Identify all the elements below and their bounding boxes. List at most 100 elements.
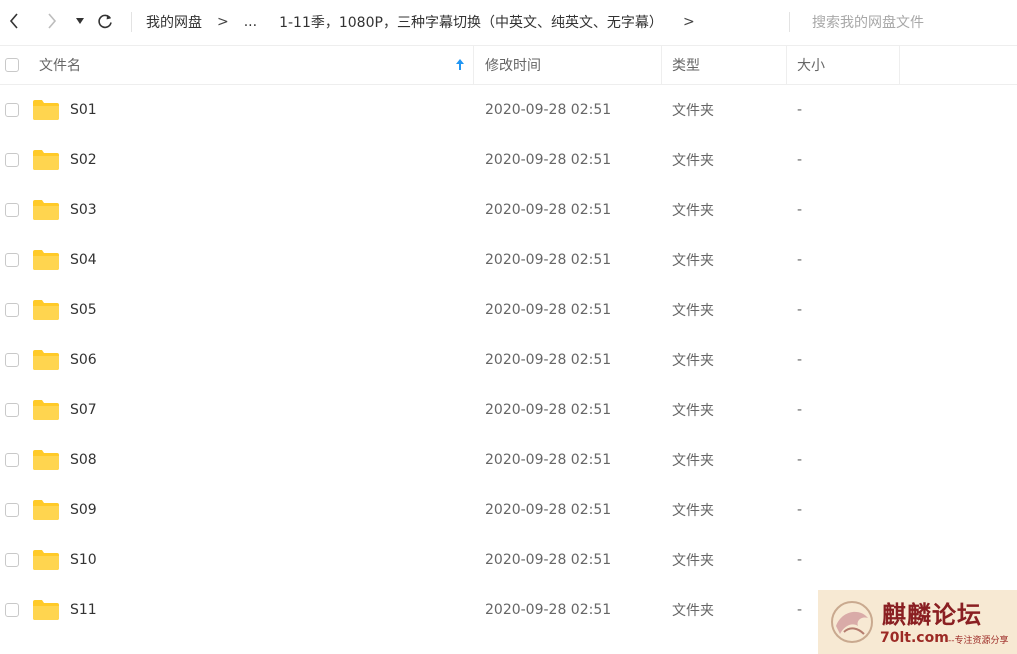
row-checkbox[interactable]	[5, 503, 19, 517]
file-name[interactable]: S04	[70, 235, 97, 285]
file-type: 文件夹	[672, 553, 714, 569]
folder-icon	[33, 150, 59, 170]
column-modified[interactable]: 修改时间	[485, 46, 541, 84]
file-size: -	[797, 302, 803, 318]
file-type: 文件夹	[672, 253, 714, 269]
column-divider[interactable]	[786, 46, 787, 84]
table-row[interactable]: S03 2020-09-28 02:51 文件夹 -	[0, 185, 1017, 235]
file-modified: 2020-09-28 02:51	[485, 502, 612, 518]
file-type: 文件夹	[672, 203, 714, 219]
watermark-slogan: --专注资源分享	[948, 636, 1009, 646]
file-name[interactable]: S02	[70, 135, 97, 185]
table-row[interactable]: S10 2020-09-28 02:51 文件夹 -	[0, 535, 1017, 585]
column-type[interactable]: 类型	[672, 46, 700, 84]
file-name[interactable]: S03	[70, 185, 97, 235]
column-size[interactable]: 大小	[797, 46, 825, 84]
file-size: -	[797, 552, 803, 568]
table-row[interactable]: S01 2020-09-28 02:51 文件夹 -	[0, 85, 1017, 135]
folder-icon	[33, 300, 59, 320]
file-type: 文件夹	[672, 603, 714, 619]
folder-icon	[33, 350, 59, 370]
file-type: 文件夹	[672, 503, 714, 519]
file-modified: 2020-09-28 02:51	[485, 252, 612, 268]
row-checkbox[interactable]	[5, 253, 19, 267]
folder-icon	[33, 250, 59, 270]
file-modified: 2020-09-28 02:51	[485, 102, 612, 118]
file-name[interactable]: S06	[70, 335, 97, 385]
file-name[interactable]: S11	[70, 585, 97, 635]
column-divider[interactable]	[473, 46, 474, 84]
row-checkbox[interactable]	[5, 303, 19, 317]
breadcrumb: 我的网盘 > ... 1-11季，1080P，三种字幕切换（中英文、纯英文、无字…	[146, 0, 710, 44]
file-size: -	[797, 402, 803, 418]
column-name[interactable]: 文件名	[39, 46, 81, 84]
file-type: 文件夹	[672, 453, 714, 469]
toolbar-divider	[131, 12, 132, 32]
folder-icon	[33, 400, 59, 420]
forward-button[interactable]	[44, 8, 60, 34]
sort-ascending-icon[interactable]	[455, 58, 465, 71]
breadcrumb-root[interactable]: 我的网盘	[146, 12, 202, 32]
column-divider[interactable]	[661, 46, 662, 84]
file-name[interactable]: S07	[70, 385, 97, 435]
file-modified: 2020-09-28 02:51	[485, 552, 612, 568]
folder-icon	[33, 550, 59, 570]
row-checkbox[interactable]	[5, 453, 19, 467]
row-checkbox[interactable]	[5, 103, 19, 117]
file-size: -	[797, 102, 803, 118]
chevron-left-icon	[9, 13, 18, 29]
file-size: -	[797, 152, 803, 168]
file-type: 文件夹	[672, 153, 714, 169]
row-checkbox[interactable]	[5, 353, 19, 367]
history-dropdown-button[interactable]	[74, 8, 86, 34]
breadcrumb-current[interactable]: 1-11季，1080P，三种字幕切换（中英文、纯英文、无字幕）	[279, 12, 663, 32]
file-name[interactable]: S10	[70, 535, 97, 585]
table-row[interactable]: S08 2020-09-28 02:51 文件夹 -	[0, 435, 1017, 485]
back-button[interactable]	[6, 8, 22, 34]
row-checkbox[interactable]	[5, 553, 19, 567]
watermark-title: 麒麟论坛	[882, 600, 982, 629]
folder-icon	[33, 600, 59, 620]
table-row[interactable]: S07 2020-09-28 02:51 文件夹 -	[0, 385, 1017, 435]
file-size: -	[797, 352, 803, 368]
table-row[interactable]: S09 2020-09-28 02:51 文件夹 -	[0, 485, 1017, 535]
search-input[interactable]: 搜索我的网盘文件	[812, 12, 924, 32]
table-row[interactable]: S04 2020-09-28 02:51 文件夹 -	[0, 235, 1017, 285]
breadcrumb-separator[interactable]: >	[683, 14, 695, 30]
row-checkbox[interactable]	[5, 403, 19, 417]
file-modified: 2020-09-28 02:51	[485, 452, 612, 468]
breadcrumb-ellipsis[interactable]: ...	[244, 14, 257, 30]
file-type: 文件夹	[672, 403, 714, 419]
table-row[interactable]: S02 2020-09-28 02:51 文件夹 -	[0, 135, 1017, 185]
toolbar-divider	[789, 12, 790, 32]
file-size: -	[797, 202, 803, 218]
row-checkbox[interactable]	[5, 153, 19, 167]
file-name[interactable]: S09	[70, 485, 97, 535]
file-name[interactable]: S08	[70, 435, 97, 485]
folder-icon	[33, 450, 59, 470]
folder-icon	[33, 200, 59, 220]
file-type: 文件夹	[672, 303, 714, 319]
file-size: -	[797, 252, 803, 268]
file-size: -	[797, 502, 803, 518]
watermark: 麒麟论坛 70lt.com --专注资源分享	[818, 590, 1017, 654]
column-divider[interactable]	[899, 46, 900, 84]
watermark-site: 70lt.com	[880, 630, 949, 646]
caret-down-icon	[76, 18, 84, 24]
file-type: 文件夹	[672, 353, 714, 369]
file-modified: 2020-09-28 02:51	[485, 352, 612, 368]
table-row[interactable]: S06 2020-09-28 02:51 文件夹 -	[0, 335, 1017, 385]
file-name[interactable]: S05	[70, 285, 97, 335]
row-checkbox[interactable]	[5, 603, 19, 617]
row-checkbox[interactable]	[5, 203, 19, 217]
file-modified: 2020-09-28 02:51	[485, 152, 612, 168]
file-list-header: 文件名 修改时间 类型 大小	[0, 46, 1017, 85]
select-all-checkbox[interactable]	[5, 58, 19, 72]
table-row[interactable]: S05 2020-09-28 02:51 文件夹 -	[0, 285, 1017, 335]
file-name[interactable]: S01	[70, 85, 97, 135]
toolbar: 我的网盘 > ... 1-11季，1080P，三种字幕切换（中英文、纯英文、无字…	[0, 0, 1017, 44]
refresh-button[interactable]	[96, 8, 114, 34]
file-modified: 2020-09-28 02:51	[485, 302, 612, 318]
file-modified: 2020-09-28 02:51	[485, 202, 612, 218]
file-modified: 2020-09-28 02:51	[485, 602, 612, 618]
